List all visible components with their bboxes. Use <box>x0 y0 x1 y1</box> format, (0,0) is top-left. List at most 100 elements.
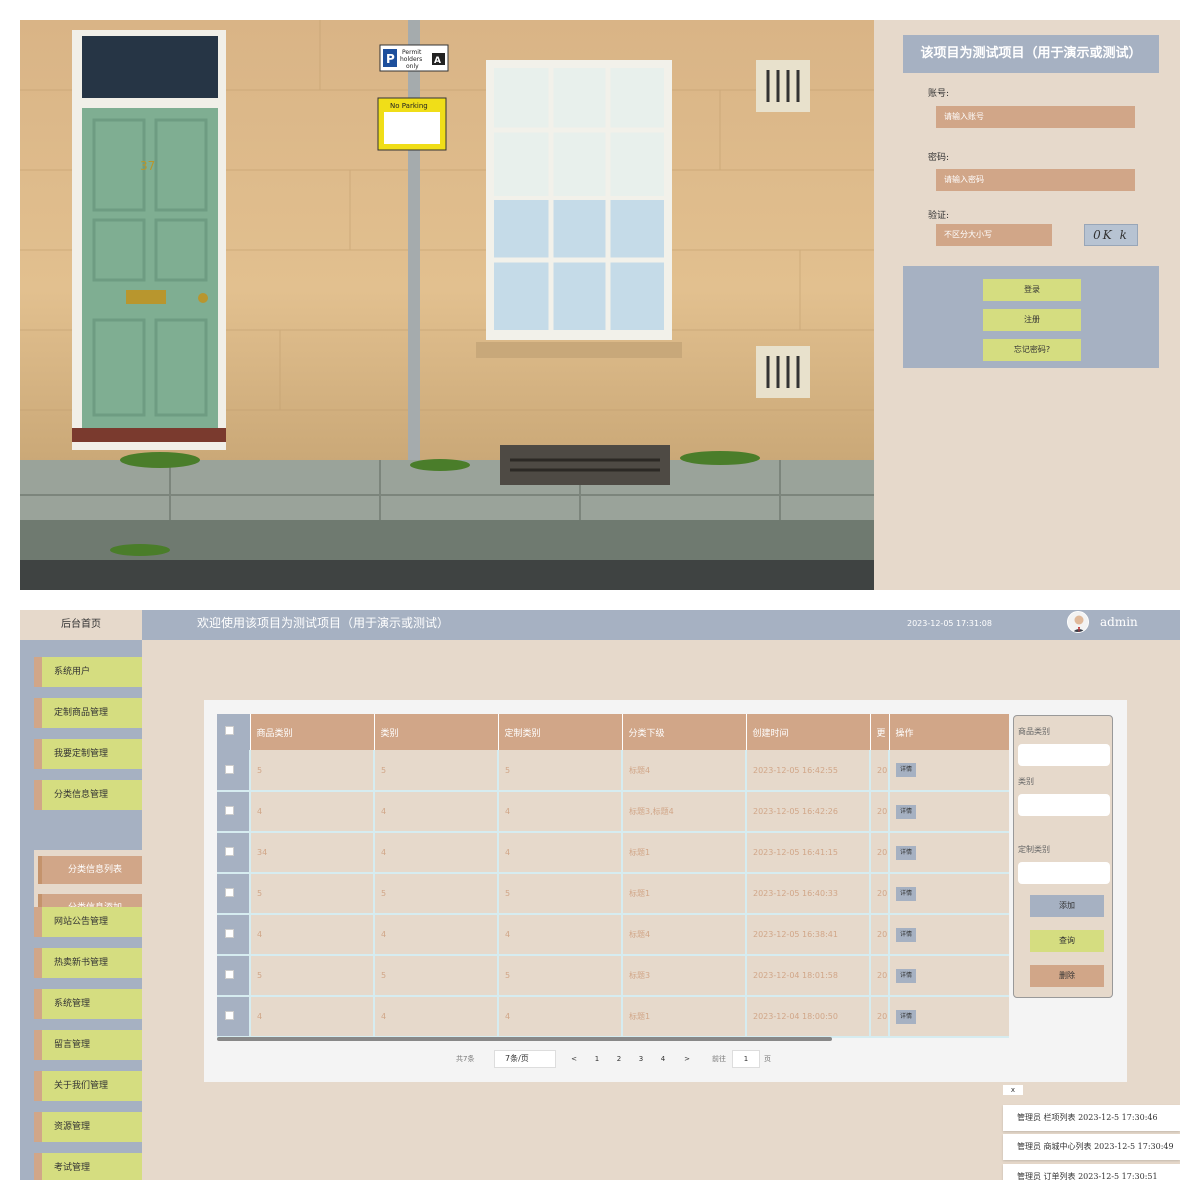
password-label: 密码: <box>928 153 950 163</box>
sidebar-subitem-category-list[interactable]: 分类信息列表 <box>38 856 142 884</box>
column-header-custom-category[interactable]: 定制类别 <box>498 714 623 750</box>
row-checkbox[interactable] <box>217 955 251 997</box>
sidebar-item-announcements[interactable]: 网站公告管理 <box>34 907 142 937</box>
sidebar-item-my-customization[interactable]: 我要定制管理 <box>34 739 142 769</box>
delete-button[interactable]: 删除 <box>1030 965 1104 987</box>
row-checkbox[interactable] <box>217 791 251 833</box>
toast-close-button[interactable]: x <box>1003 1085 1023 1095</box>
admin-page: 后台首页 欢迎使用该项目为测试项目（用于演示或测试） 2023-12-05 17… <box>20 610 1180 1180</box>
detail-button[interactable]: 详情 <box>896 763 916 777</box>
table-row[interactable]: 34 4 4 标题1 2023-12-05 16:41:15 20 详情 <box>217 832 1009 874</box>
checkbox-icon[interactable] <box>225 929 234 938</box>
checkbox-icon[interactable] <box>225 806 234 815</box>
table-row[interactable]: 4 4 4 标题1 2023-12-04 18:00:50 20 详情 <box>217 996 1009 1038</box>
svg-text:holders: holders <box>400 56 422 63</box>
pagination-goto-input[interactable]: 1 <box>732 1050 760 1068</box>
sidebar-item-system-management[interactable]: 系统管理 <box>34 989 142 1019</box>
cell-actions: 详情 <box>889 955 1009 997</box>
admin-home-link[interactable]: 后台首页 <box>20 610 142 640</box>
table-row[interactable]: 4 4 4 标题4 2023-12-05 16:38:41 20 详情 <box>217 914 1009 956</box>
add-button[interactable]: 添加 <box>1030 895 1104 917</box>
table-row[interactable]: 5 5 5 标题1 2023-12-05 16:40:33 20 详情 <box>217 873 1009 915</box>
column-header-updated[interactable]: 更 <box>870 714 890 750</box>
toast-item[interactable]: 管理员 栏项列表 2023-12-5 17:30:46 <box>1003 1105 1180 1131</box>
column-header-category[interactable]: 类别 <box>374 714 499 750</box>
pagination-page-1[interactable]: 1 <box>587 1050 607 1068</box>
datetime-display: 2023-12-05 17:31:08 <box>907 619 992 628</box>
sidebar-item-category-info[interactable]: 分类信息管理 <box>34 780 142 810</box>
password-input[interactable]: 请输入密码 <box>936 169 1135 191</box>
cell-actions: 详情 <box>889 873 1009 915</box>
cell-created-time: 2023-12-05 16:42:26 <box>746 791 871 833</box>
checkbox-icon[interactable] <box>225 970 234 979</box>
page-size-select[interactable]: 7条/页 <box>494 1050 556 1068</box>
sidebar-item-system-users[interactable]: 系统用户 <box>34 657 142 687</box>
cell-custom-category: 5 <box>498 750 623 792</box>
checkbox-icon[interactable] <box>225 1011 234 1020</box>
login-button[interactable]: 登录 <box>983 279 1081 301</box>
login-title: 该项目为测试项目（用于演示或测试） <box>903 35 1159 73</box>
cell-created-time: 2023-12-04 18:00:50 <box>746 996 871 1038</box>
captcha-input[interactable]: 不区分大小写 <box>936 224 1052 246</box>
checkbox-icon[interactable] <box>225 726 234 735</box>
checkbox-icon[interactable] <box>225 888 234 897</box>
data-table-wrapper[interactable]: 商品类别 类别 定制类别 分类下级 创建时间 更 操作 5 5 5 标题4 2023-1… <box>217 714 1009 1038</box>
sidebar-item-custom-products[interactable]: 定制商品管理 <box>34 698 142 728</box>
table-row[interactable]: 4 4 4 标题3,标题4 2023-12-05 16:42:26 20 详情 <box>217 791 1009 833</box>
cell-created-time: 2023-12-04 18:01:58 <box>746 955 871 997</box>
pagination-page-3[interactable]: 3 <box>631 1050 651 1068</box>
cell-product-category: 4 <box>250 996 375 1038</box>
table-row[interactable]: 5 5 5 标题4 2023-12-05 16:42:55 20 详情 <box>217 750 1009 792</box>
detail-button[interactable]: 详情 <box>896 886 916 901</box>
row-checkbox[interactable] <box>217 996 251 1038</box>
cell-subcategory: 标题1 <box>622 996 747 1038</box>
cell-subcategory: 标题3,标题4 <box>622 791 747 833</box>
row-checkbox[interactable] <box>217 750 251 792</box>
sidebar-item-resources[interactable]: 资源管理 <box>34 1112 142 1142</box>
account-input[interactable]: 请输入账号 <box>936 106 1135 128</box>
login-page: 37 P Permit holders only A No Parking 该项… <box>20 20 1180 590</box>
search-product-category-input[interactable] <box>1018 744 1110 766</box>
column-header-created-time[interactable]: 创建时间 <box>746 714 871 750</box>
horizontal-scrollbar[interactable] <box>217 1037 832 1041</box>
search-panel: 商品类别 类别 定制类别 添加 查询 删除 <box>1013 715 1113 998</box>
pagination-next-button[interactable]: > <box>677 1050 697 1068</box>
avatar[interactable] <box>1067 611 1089 633</box>
detail-button[interactable]: 详情 <box>896 845 916 860</box>
column-header-subcategory[interactable]: 分类下级 <box>622 714 747 750</box>
sidebar-item-exams[interactable]: 考试管理 <box>34 1153 142 1180</box>
detail-button[interactable]: 详情 <box>896 968 916 983</box>
search-category-input[interactable] <box>1018 794 1110 816</box>
row-checkbox[interactable] <box>217 832 251 874</box>
cell-updated: 20 <box>870 996 890 1038</box>
captcha-image[interactable]: 0K k <box>1084 224 1138 246</box>
register-button[interactable]: 注册 <box>983 309 1081 331</box>
detail-button[interactable]: 详情 <box>896 804 916 819</box>
sidebar-item-messages[interactable]: 留言管理 <box>34 1030 142 1060</box>
checkbox-icon[interactable] <box>225 847 234 856</box>
login-button-group: 登录 注册 忘记密码? <box>903 266 1159 368</box>
checkbox-icon[interactable] <box>225 764 234 774</box>
search-custom-category-input[interactable] <box>1018 862 1110 884</box>
toast-item[interactable]: 管理员 商城中心列表 2023-12-5 17:30:49 <box>1003 1134 1180 1160</box>
pagination-page-4[interactable]: 4 <box>653 1050 673 1068</box>
toast-item[interactable]: 管理员 订单列表 2023-12-5 17:30:51 <box>1003 1164 1180 1180</box>
query-button[interactable]: 查询 <box>1030 930 1104 952</box>
username[interactable]: admin <box>1100 610 1138 634</box>
sidebar-item-about-us[interactable]: 关于我们管理 <box>34 1071 142 1101</box>
pagination-page-2[interactable]: 2 <box>609 1050 629 1068</box>
row-checkbox[interactable] <box>217 914 251 956</box>
detail-button[interactable]: 详情 <box>896 927 916 942</box>
table-row[interactable]: 5 5 5 标题3 2023-12-04 18:01:58 20 详情 <box>217 955 1009 997</box>
cell-category: 4 <box>374 791 499 833</box>
cell-category: 4 <box>374 832 499 874</box>
cell-subcategory: 标题4 <box>622 750 747 792</box>
forgot-password-button[interactable]: 忘记密码? <box>983 339 1081 361</box>
pagination-prev-button[interactable]: < <box>564 1050 584 1068</box>
column-header-product-category[interactable]: 商品类别 <box>250 714 375 750</box>
sidebar-item-hot-books[interactable]: 热卖新书管理 <box>34 948 142 978</box>
background-photo: 37 P Permit holders only A No Parking <box>20 20 874 590</box>
detail-button[interactable]: 详情 <box>896 1009 916 1024</box>
select-all-checkbox[interactable] <box>217 714 251 750</box>
row-checkbox[interactable] <box>217 873 251 915</box>
